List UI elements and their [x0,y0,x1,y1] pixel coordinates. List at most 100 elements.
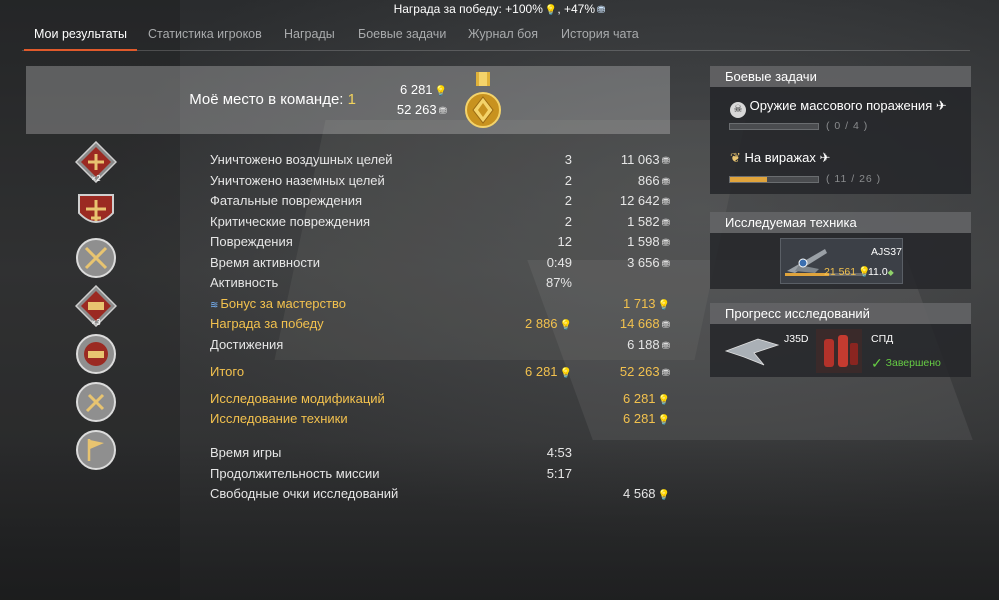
researched-vehicle-title: Исследуемая техника [710,212,971,233]
vehicle-card-ajs37[interactable]: AJS37 21 561 💡 11.0◆ [780,238,903,284]
tab-battle-log[interactable]: Журнал боя [468,27,538,41]
tab-my-results[interactable]: Мои результаты [24,27,137,51]
stat-row-free-research: Свободные очки исследований 4 568 💡 [210,486,670,506]
stat-reward: 1 582 ⛃ [627,214,670,229]
silver-lions-icon: ⛃ [597,5,606,16]
stat-reward: 1 713 💡 [623,296,670,311]
j35d-jet-icon[interactable] [724,331,780,367]
stat-reward-value: 3 656 [627,255,660,270]
stat-row-victory-reward: Награда за победу 2 886 💡 14 668 ⛃ [210,316,670,336]
rank-chevron-icon: ≋ [210,300,219,311]
stat-reward-value: 6 281 [623,391,656,406]
stat-reward: 12 642 ⛃ [620,193,670,208]
progress-fill [730,177,768,182]
combat-task-progress-bar [729,123,819,130]
stat-row-mastery-bonus: ≋ Бонус за мастерство 1 713 💡 [210,296,670,316]
research-progress-panel: Прогресс исследований J35D СПД ✓ Заверше… [710,303,971,377]
research-points-icon: 💡 [657,415,670,426]
stat-label: Исследование техники [210,411,348,426]
stat-row-mission-duration: Продолжительность миссии 5:17 [210,466,670,486]
stat-count: 12 [557,234,572,249]
victory-rp-bonus: +100% [505,2,543,16]
crossed-swords-badge-icon [76,238,116,278]
stat-row-activity-time: Время активности 0:49 3 656 ⛃ [210,255,670,275]
stat-count: 2 886 💡 [525,316,572,331]
research-item-name: J35D [784,333,809,345]
silver-lions-icon: ⛃ [661,156,670,167]
tank-badge-icon [76,334,116,374]
vehicle-name: AJS37 [871,246,902,258]
stat-count: 4:53 [546,445,572,460]
combat-task-progress-bar [729,176,819,183]
combat-task-item[interactable]: ❦ На виражах ✈ [730,150,830,166]
stat-label: Уничтожено наземных целей [210,173,385,188]
wrench-badge-icon [76,382,116,422]
stat-reward-value: 6 281 [623,411,656,426]
stat-reward: 6 188 ⛃ [627,337,670,352]
badge-multiplier-label: ×2 [91,174,101,183]
tab-chat-history[interactable]: История чата [561,27,639,41]
stat-row-air-kills: Уничтожено воздушных целей 3 11 063 ⛃ [210,152,670,172]
tab-player-stats[interactable]: Статистика игроков [148,27,262,41]
stat-count: 0:49 [546,255,572,270]
tab-bar: Мои результаты Статистика игроков Наград… [22,20,970,51]
fighter-badge-icon [78,194,114,223]
stat-reward-value: 52 263 [619,364,660,379]
stat-row-modification-research: Исследование модификаций 6 281 💡 [210,391,670,411]
stat-reward: 866 ⛃ [638,173,670,188]
stat-label: Исследование модификаций [210,391,385,406]
stat-row-fatal-damage: Фатальные повреждения 2 12 642 ⛃ [210,193,670,213]
stat-label: Повреждения [210,234,293,249]
stat-reward-value: 6 188 [627,337,660,352]
stat-row-total: Итого 6 281 💡 52 263 ⛃ [210,364,670,384]
combat-task-progress-text: ( 11 / 26 ) [826,173,882,185]
stat-reward: 52 263 ⛃ [620,364,670,379]
stat-reward: 6 281 💡 [623,411,670,426]
stat-row-critical-damage: Критические повреждения 2 1 582 ⛃ [210,214,670,234]
skull-badge-icon: ☠ [730,102,746,118]
stat-row-vehicle-research: Исследование техники 6 281 💡 [210,411,670,431]
header-sl-value: 52 263 [396,102,437,117]
research-progress-title: Прогресс исследований [710,303,971,324]
stat-label: Свободные очки исследований [210,486,399,501]
research-item-name: СПД [871,333,894,345]
combat-tasks-title: Боевые задачи [710,66,971,87]
stat-count: 2 [564,193,572,208]
stat-reward-value: 11 063 [620,152,660,167]
research-complete-status: ✓ Завершено [871,355,941,372]
stat-reward: 6 281 💡 [623,391,670,406]
stat-label: Итого [210,364,245,379]
tab-awards[interactable]: Награды [284,27,335,41]
research-points-icon: 💡 [544,5,558,16]
combat-task-item[interactable]: ☠ Оружие массового поражения ✈ [730,98,947,118]
stat-reward-value: 14 668 [619,316,660,331]
victory-reward-banner: Награда за победу: +100% 💡, +47% ⛃ [393,2,606,16]
silver-lions-icon: ⛃ [661,341,670,352]
extinguisher-module-icon[interactable] [816,329,862,373]
research-points-icon: 💡 [657,395,670,406]
vehicle-rp-value: 21 561 [824,266,857,278]
plane-icon: ✈ [819,150,831,165]
header-rp-total: 6 281 💡 [400,82,447,97]
stat-reward-value: 1 713 [623,296,656,311]
researched-vehicle-panel: Исследуемая техника AJS37 21 561 💡 11.0◆ [710,212,971,289]
research-points-icon: 💡 [559,320,572,331]
stat-count: 2 [564,214,572,229]
stat-row-damage: Повреждения 12 1 598 ⛃ [210,234,670,254]
stat-reward-value: 1 598 [627,234,660,249]
tab-combat-tasks[interactable]: Боевые задачи [358,27,446,41]
stat-label: ≋ Бонус за мастерство [210,296,346,311]
badge-air-kills-x2-icon: ×2 [75,141,117,183]
stat-row-activity: Активность 87% [210,275,670,295]
combat-task-progress-text: ( 0 / 4 ) [826,120,869,132]
silver-lions-icon: ⛃ [661,197,670,208]
victory-sl-bonus: +47% [564,2,596,16]
stat-reward: 14 668 ⛃ [620,316,670,331]
br-diamond-icon: ◆ [887,268,894,277]
free-research-points-icon: 💡 [657,490,670,501]
silver-lions-icon: ⛃ [661,320,670,331]
stat-reward: 4 568 💡 [623,486,670,501]
silver-lions-icon: ⛃ [661,238,670,249]
plane-icon: ✈ [935,98,947,113]
badge-ground-kills-x3-icon: ×3 [75,285,117,327]
